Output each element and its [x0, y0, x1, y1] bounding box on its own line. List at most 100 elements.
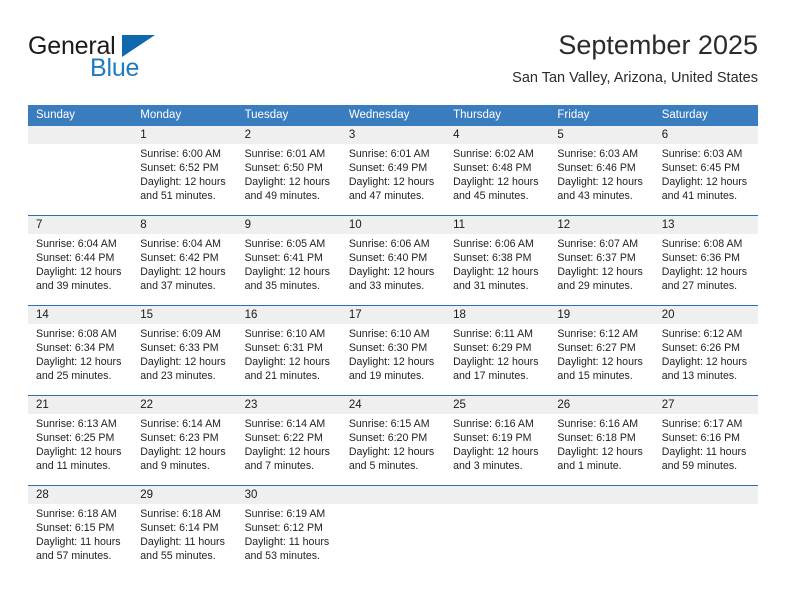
- daylight-text-cont: and 39 minutes.: [36, 280, 112, 292]
- day-number-band: 7 8 9 10 11 12 13: [28, 216, 758, 234]
- day-number[interactable]: 28: [28, 486, 132, 504]
- day-cell[interactable]: Sunrise: 6:08 AM Sunset: 6:36 PM Daylight:…: [654, 234, 758, 305]
- day-number[interactable]: 4: [445, 126, 549, 144]
- daylight-text: Daylight: 12 hours: [36, 266, 122, 278]
- sunset-text: Sunset: 6:19 PM: [453, 432, 532, 444]
- day-cell[interactable]: Sunrise: 6:10 AM Sunset: 6:31 PM Daylight:…: [237, 324, 341, 395]
- day-cell[interactable]: Sunrise: 6:01 AM Sunset: 6:50 PM Daylight:…: [237, 144, 341, 215]
- day-number[interactable]: 1: [132, 126, 236, 144]
- daylight-text: Daylight: 12 hours: [453, 446, 539, 458]
- daylight-text: Daylight: 12 hours: [348, 446, 435, 458]
- day-number[interactable]: 9: [237, 216, 341, 234]
- daylight-text-cont: and 5 minutes.: [348, 460, 419, 472]
- sunrise-text: Sunrise: 6:05 AM: [244, 238, 326, 250]
- day-number[interactable]: 21: [28, 396, 132, 414]
- day-number[interactable]: 8: [132, 216, 236, 234]
- page-title: September 2025: [558, 30, 758, 60]
- sunset-text: Sunset: 6:45 PM: [661, 162, 741, 174]
- day-cell[interactable]: Sunrise: 6:11 AM Sunset: 6:29 PM Daylight:…: [445, 324, 549, 395]
- daylight-text-cont: and 27 minutes.: [661, 280, 738, 292]
- day-number[interactable]: 24: [341, 396, 445, 414]
- day-cell-empty: [445, 504, 549, 575]
- day-number[interactable]: 27: [654, 396, 758, 414]
- day-cell[interactable]: Sunrise: 6:14 AM Sunset: 6:22 PM Daylight:…: [237, 414, 341, 485]
- daylight-text-cont: and 41 minutes.: [661, 190, 738, 202]
- day-cell[interactable]: Sunrise: 6:19 AM Sunset: 6:12 PM Daylight:…: [237, 504, 341, 575]
- day-cell[interactable]: Sunrise: 6:04 AM Sunset: 6:42 PM Daylight:…: [132, 234, 236, 305]
- day-number[interactable]: 30: [237, 486, 341, 504]
- day-cell[interactable]: Sunrise: 6:06 AM Sunset: 6:40 PM Daylight:…: [341, 234, 445, 305]
- day-cell[interactable]: Sunrise: 6:08 AM Sunset: 6:34 PM Daylight:…: [28, 324, 132, 395]
- daylight-text: Daylight: 12 hours: [557, 356, 643, 368]
- day-number[interactable]: 29: [132, 486, 236, 504]
- sunrise-text: Sunrise: 6:17 AM: [661, 418, 743, 430]
- day-cell[interactable]: Sunrise: 6:18 AM Sunset: 6:15 PM Daylight:…: [28, 504, 132, 575]
- daylight-text-cont: and 35 minutes.: [244, 280, 320, 292]
- sunrise-text: Sunrise: 6:06 AM: [348, 238, 430, 250]
- sunset-text: Sunset: 6:27 PM: [557, 342, 636, 354]
- day-number-band: 14 15 16 17 18 19 20: [28, 306, 758, 324]
- day-number[interactable]: 2: [237, 126, 341, 144]
- day-cell[interactable]: Sunrise: 6:07 AM Sunset: 6:37 PM Daylight:…: [549, 234, 653, 305]
- general-blue-logo[interactable]: General Blue: [28, 32, 228, 88]
- day-cell[interactable]: Sunrise: 6:03 AM Sunset: 6:46 PM Daylight:…: [549, 144, 653, 215]
- day-cell[interactable]: Sunrise: 6:03 AM Sunset: 6:45 PM Daylight:…: [654, 144, 758, 215]
- day-number[interactable]: 5: [549, 126, 653, 144]
- day-cell[interactable]: Sunrise: 6:13 AM Sunset: 6:25 PM Daylight:…: [28, 414, 132, 485]
- day-cell[interactable]: Sunrise: 6:12 AM Sunset: 6:27 PM Daylight:…: [549, 324, 653, 395]
- day-number[interactable]: 10: [341, 216, 445, 234]
- day-cell[interactable]: Sunrise: 6:05 AM Sunset: 6:41 PM Daylight:…: [237, 234, 341, 305]
- day-number[interactable]: 23: [237, 396, 341, 414]
- day-number[interactable]: 19: [549, 306, 653, 324]
- calendar-page: General Blue September 2025 San Tan Vall…: [0, 0, 792, 612]
- sunset-text: Sunset: 6:34 PM: [36, 342, 115, 354]
- daylight-text: Daylight: 12 hours: [453, 176, 539, 188]
- day-cell[interactable]: Sunrise: 6:14 AM Sunset: 6:23 PM Daylight:…: [132, 414, 236, 485]
- daylight-text-cont: and 21 minutes.: [244, 370, 320, 382]
- day-cell[interactable]: Sunrise: 6:16 AM Sunset: 6:19 PM Daylight:…: [445, 414, 549, 485]
- day-cell[interactable]: Sunrise: 6:12 AM Sunset: 6:26 PM Daylight:…: [654, 324, 758, 395]
- day-number[interactable]: 13: [654, 216, 758, 234]
- day-number[interactable]: 25: [445, 396, 549, 414]
- day-number[interactable]: 14: [28, 306, 132, 324]
- day-number[interactable]: 22: [132, 396, 236, 414]
- daylight-text-cont: and 13 minutes.: [661, 370, 738, 382]
- day-cell[interactable]: Sunrise: 6:17 AM Sunset: 6:16 PM Daylight:…: [654, 414, 758, 485]
- sunset-text: Sunset: 6:49 PM: [348, 162, 428, 174]
- day-number[interactable]: 17: [341, 306, 445, 324]
- day-number[interactable]: 18: [445, 306, 549, 324]
- day-cell[interactable]: Sunrise: 6:04 AM Sunset: 6:44 PM Daylight:…: [28, 234, 132, 305]
- day-cell[interactable]: Sunrise: 6:10 AM Sunset: 6:30 PM Daylight:…: [341, 324, 445, 395]
- day-number[interactable]: 20: [654, 306, 758, 324]
- sunrise-text: Sunrise: 6:14 AM: [140, 418, 221, 430]
- sunset-text: Sunset: 6:18 PM: [557, 432, 636, 444]
- daylight-text: Daylight: 12 hours: [244, 266, 330, 278]
- sunset-text: Sunset: 6:33 PM: [140, 342, 219, 354]
- daylight-text: Daylight: 12 hours: [661, 176, 748, 188]
- daylight-text: Daylight: 12 hours: [140, 446, 226, 458]
- day-number[interactable]: 6: [654, 126, 758, 144]
- day-number[interactable]: 26: [549, 396, 653, 414]
- sunrise-text: Sunrise: 6:16 AM: [453, 418, 534, 430]
- day-cell[interactable]: Sunrise: 6:09 AM Sunset: 6:33 PM Daylight:…: [132, 324, 236, 395]
- day-cell[interactable]: Sunrise: 6:01 AM Sunset: 6:49 PM Daylight:…: [341, 144, 445, 215]
- daylight-text-cont: and 25 minutes.: [36, 370, 112, 382]
- day-cell[interactable]: Sunrise: 6:16 AM Sunset: 6:18 PM Daylight:…: [549, 414, 653, 485]
- day-number[interactable]: 3: [341, 126, 445, 144]
- day-number[interactable]: 11: [445, 216, 549, 234]
- daylight-text: Daylight: 12 hours: [244, 356, 330, 368]
- daylight-text: Daylight: 12 hours: [348, 266, 435, 278]
- sunrise-text: Sunrise: 6:01 AM: [348, 148, 430, 160]
- sunset-text: Sunset: 6:14 PM: [140, 522, 219, 534]
- day-cell[interactable]: Sunrise: 6:02 AM Sunset: 6:48 PM Daylight:…: [445, 144, 549, 215]
- day-number[interactable]: 15: [132, 306, 236, 324]
- day-cell[interactable]: Sunrise: 6:18 AM Sunset: 6:14 PM Daylight:…: [132, 504, 236, 575]
- day-cell[interactable]: Sunrise: 6:00 AM Sunset: 6:52 PM Daylight:…: [132, 144, 236, 215]
- day-number[interactable]: 12: [549, 216, 653, 234]
- daylight-text: Daylight: 12 hours: [244, 446, 330, 458]
- daylight-text-cont: and 7 minutes.: [244, 460, 315, 472]
- day-number[interactable]: 16: [237, 306, 341, 324]
- day-cell[interactable]: Sunrise: 6:06 AM Sunset: 6:38 PM Daylight:…: [445, 234, 549, 305]
- day-cell[interactable]: Sunrise: 6:15 AM Sunset: 6:20 PM Daylight:…: [341, 414, 445, 485]
- day-number[interactable]: 7: [28, 216, 132, 234]
